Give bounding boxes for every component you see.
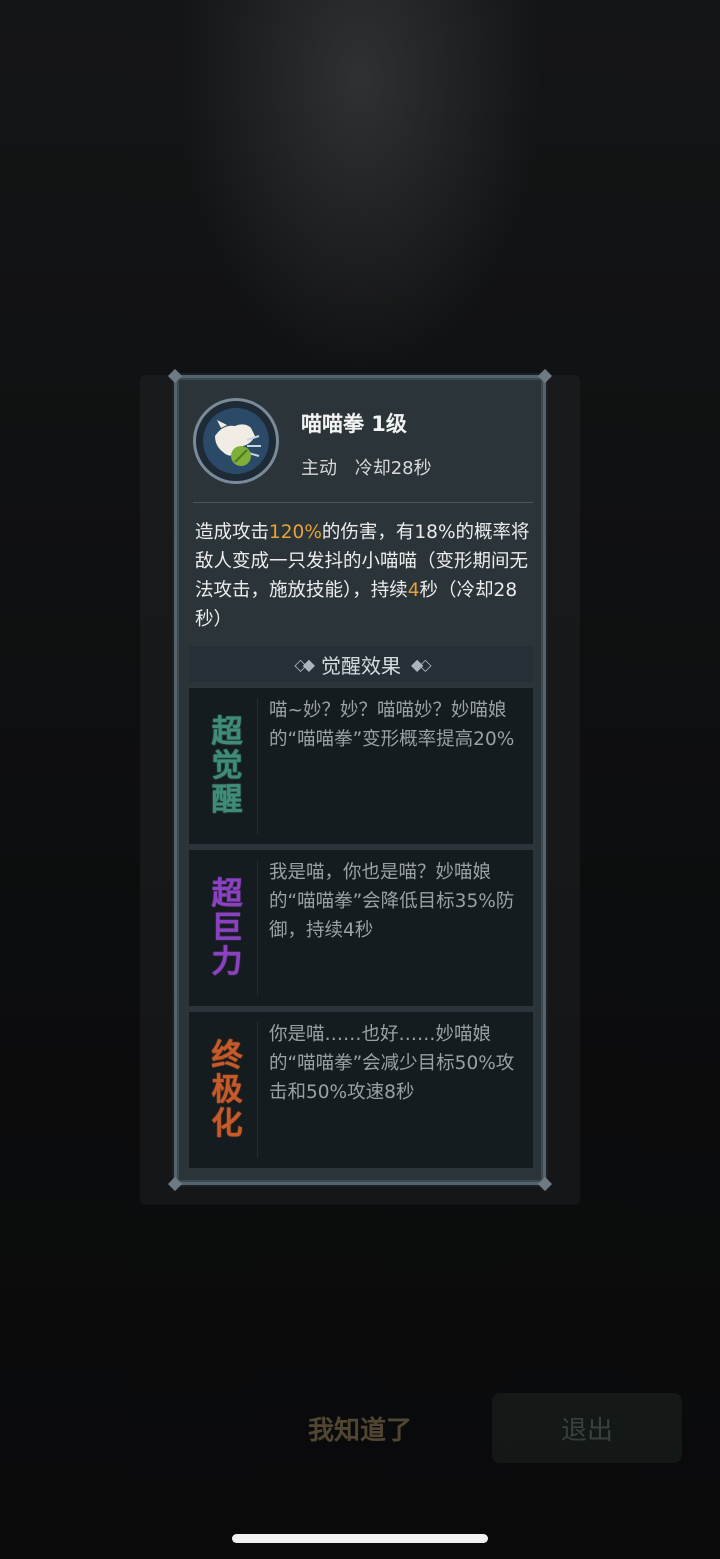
awaken-card-super-awaken: 超 觉 醒 喵~妙？妙？喵喵妙？妙喵娘的“喵喵拳”变形概率提高20%	[189, 688, 533, 844]
awaken-card-super-strength: 超 巨 力 我是喵，你也是喵？妙喵娘的“喵喵拳”会降低目标35%防御，持续4秒	[189, 850, 533, 1006]
awaken-header: ◇◆ 觉醒效果 ◆◇	[189, 646, 533, 682]
awaken-effect-text: 喵~妙？妙？喵喵妙？妙喵娘的“喵喵拳”变形概率提高20%	[269, 700, 515, 750]
home-indicator[interactable]	[232, 1534, 488, 1543]
ornament-right-icon: ◆◇	[411, 654, 432, 674]
awaken-effect-text: 我是喵，你也是喵？妙喵娘的“喵喵拳”会降低目标35%防御，持续4秒	[269, 862, 515, 941]
badge-char: 极	[211, 1072, 243, 1108]
awaken-effect-text: 你是喵……也好……妙喵娘的“喵喵拳”会减少目标50%攻击和50%攻速8秒	[269, 1024, 515, 1103]
badge-char: 化	[211, 1106, 243, 1142]
desc-text: 造成攻击	[195, 522, 270, 543]
badge-char: 醒	[211, 782, 243, 818]
ornament-left-icon: ◇◆	[294, 654, 315, 674]
badge-char: 超	[211, 714, 243, 750]
skill-title: 喵喵拳 1级	[301, 412, 407, 436]
exit-button[interactable]: 退出	[492, 1393, 682, 1463]
awaken-title: 觉醒效果	[321, 653, 401, 678]
badge-char: 力	[211, 944, 243, 980]
awaken-card-ultimate: 终 极 化 你是喵……也好……妙喵娘的“喵喵拳”会减少目标50%攻击和50%攻速…	[189, 1012, 533, 1168]
desc-highlight: 4	[407, 580, 420, 601]
badge-char: 超	[211, 876, 243, 912]
skill-type: 主动	[301, 458, 337, 479]
super-awaken-badge: 超 觉 醒	[197, 698, 258, 834]
super-strength-badge: 超 巨 力	[197, 860, 258, 996]
skill-detail-popup: 喵喵拳 1级 主动 冷却28秒 造成攻击120%的伤害，有18%的概率将敌人变成…	[167, 368, 553, 1192]
badge-char: 终	[211, 1038, 243, 1074]
skill-description: 造成攻击120%的伤害，有18%的概率将敌人变成一只发抖的小喵喵（变形期间无法攻…	[195, 518, 533, 634]
badge-char: 觉	[211, 748, 243, 784]
desc-highlight: 120%	[269, 522, 322, 543]
divider	[193, 502, 533, 503]
skill-meta: 主动 冷却28秒	[301, 454, 444, 480]
skill-cooldown: 冷却28秒	[354, 458, 432, 479]
badge-char: 巨	[211, 910, 243, 946]
ultimate-badge: 终 极 化	[197, 1022, 258, 1158]
cat-punch-icon	[193, 398, 279, 484]
acknowledge-button[interactable]: 我知道了	[290, 1405, 430, 1451]
